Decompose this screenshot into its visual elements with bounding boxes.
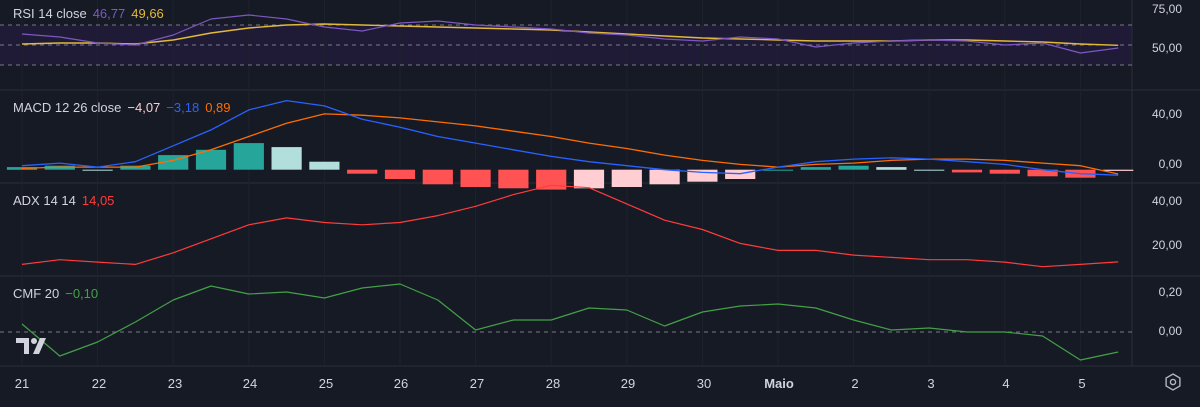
macd-histogram-bar (460, 169, 491, 187)
macd-histogram-bar (347, 169, 378, 174)
x-tick-label: 2 (851, 376, 859, 391)
macd-line-value: −3,18 (166, 100, 200, 115)
macd-histogram-bar (838, 165, 869, 170)
x-tick-label: 3 (927, 376, 935, 391)
adx-value: 14,05 (81, 193, 115, 208)
macd-histogram-bar (951, 169, 983, 173)
adx-legend-name: ADX 14 14 (13, 193, 76, 208)
x-tick-label: 25 (318, 376, 334, 391)
rsi-tick-75: 75,00 (1151, 2, 1182, 16)
rsi-tick-50: 50,00 (1151, 41, 1182, 55)
macd-histogram-bar (384, 169, 416, 179)
tradingview-logo[interactable] (16, 336, 50, 356)
x-tick-label: 26 (393, 376, 409, 391)
rsi-legend[interactable]: RSI 14 close 46,77 49,66 (13, 6, 164, 21)
rsi-legend-name: RSI 14 close (13, 6, 87, 21)
x-tick-label: 24 (242, 376, 258, 391)
macd-histogram-bar (800, 167, 831, 170)
adx-legend[interactable]: ADX 14 14 14,05 (13, 193, 114, 208)
x-tick-label: 23 (167, 376, 183, 391)
x-tick-label-month: Maio (764, 376, 794, 391)
x-tick-label: 21 (14, 376, 30, 391)
macd-histogram-bar (611, 169, 642, 187)
macd-histogram-bar (536, 169, 567, 190)
chart-settings-gear-icon[interactable] (1164, 373, 1182, 391)
x-tick-label: 29 (620, 376, 636, 391)
x-tick-label: 5 (1078, 376, 1086, 391)
macd-histogram-bar (1103, 169, 1134, 171)
macd-histogram-bar (876, 167, 907, 170)
macd-histogram-bar (82, 169, 113, 171)
macd-signal-value: 0,89 (205, 100, 231, 115)
macd-histogram-bar (914, 169, 945, 171)
macd-histogram-bar (762, 169, 794, 171)
cmf-tick-020: 0,20 (1158, 285, 1182, 299)
macd-histogram-bar (649, 169, 680, 185)
adx-tick-40: 40,00 (1151, 194, 1182, 208)
x-tick-label: 4 (1002, 376, 1010, 391)
adx-tick-20: 20,00 (1151, 238, 1182, 252)
rsi-value: 46,77 (92, 6, 126, 21)
macd-histogram-bar (989, 169, 1020, 174)
x-tick-label: 28 (545, 376, 561, 391)
macd-legend-name: MACD 12 26 close (13, 100, 122, 115)
macd-histogram-bar (498, 169, 529, 189)
x-tick-label: 22 (91, 376, 107, 391)
cmf-value: −0,10 (65, 286, 99, 301)
cmf-legend[interactable]: CMF 20 −0,10 (13, 286, 98, 301)
macd-histogram-bar (233, 143, 264, 170)
macd-histogram-bar (422, 169, 453, 185)
x-tick-label: 27 (469, 376, 485, 391)
x-tick-label: 30 (696, 376, 712, 391)
macd-hist-value: −4,07 (127, 100, 161, 115)
macd-legend[interactable]: MACD 12 26 close −4,07 −3,18 0,89 (13, 100, 231, 115)
macd-histogram-bar (725, 169, 756, 179)
cmf-legend-name: CMF 20 (13, 286, 60, 301)
macd-tick-0: 0,00 (1158, 157, 1182, 171)
macd-histogram-bar (271, 147, 302, 170)
macd-tick-40: 40,00 (1151, 107, 1182, 121)
macd-histogram-bar (573, 169, 605, 189)
cmf-tick-000: 0,00 (1158, 324, 1182, 338)
chart-canvas (0, 0, 1200, 407)
rsi-ma-value: 49,66 (131, 6, 164, 21)
macd-histogram-bar (309, 161, 340, 170)
